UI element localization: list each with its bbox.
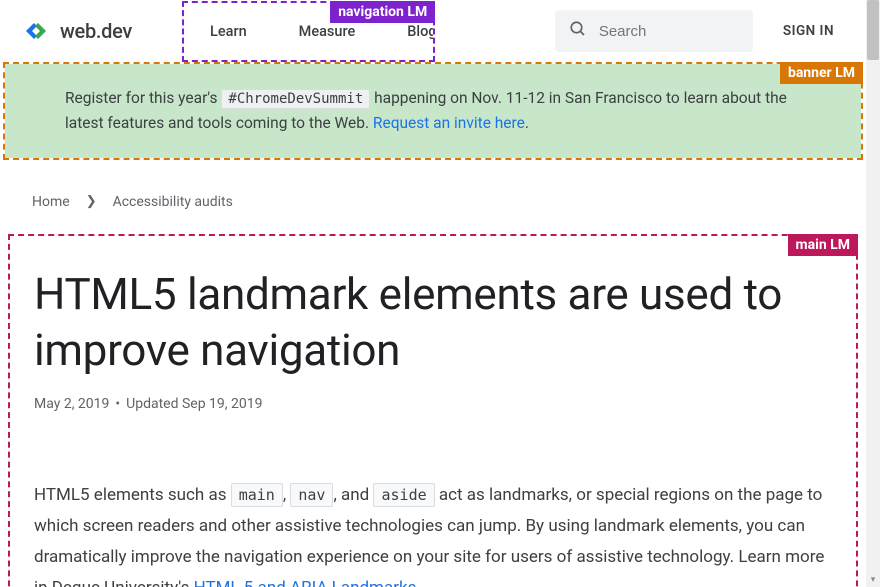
search-box[interactable] bbox=[555, 10, 753, 52]
banner-hashtag: #ChromeDevSummit bbox=[221, 89, 370, 109]
scrollbar-track[interactable]: ▴ ▾ bbox=[866, 0, 880, 587]
scrollbar-thumb[interactable] bbox=[867, 0, 879, 60]
breadcrumb-home[interactable]: Home bbox=[32, 194, 70, 210]
landmark-tag-banner: banner LM bbox=[780, 62, 863, 84]
banner-text-prefix: Register for this year's bbox=[65, 89, 221, 107]
published-date: May 2, 2019 bbox=[34, 396, 109, 412]
article-body: HTML5 elements such as main, nav, and as… bbox=[34, 480, 832, 587]
deque-link[interactable]: HTML 5 and ARIA Landmarks bbox=[194, 578, 417, 587]
chevron-right-icon: ❯ bbox=[86, 194, 97, 209]
breadcrumb-current[interactable]: Accessibility audits bbox=[113, 194, 233, 210]
page-title: HTML5 landmark elements are used to impr… bbox=[34, 266, 832, 379]
navigation-landmark: Learn Measure Blog navigation LM bbox=[182, 1, 435, 62]
main-landmark: main LM HTML5 landmark elements are used… bbox=[8, 234, 858, 587]
breadcrumb: Home ❯ Accessibility audits bbox=[0, 160, 866, 234]
scroll-down-icon[interactable]: ▾ bbox=[866, 573, 880, 587]
code-nav: nav bbox=[290, 483, 333, 507]
banner-text-suffix: . bbox=[525, 114, 529, 132]
promo-banner: Register for this year's #ChromeDevSummi… bbox=[5, 64, 861, 158]
logo-icon bbox=[24, 20, 52, 42]
nav-learn[interactable]: Learn bbox=[184, 5, 273, 58]
updated-date: Sep 19, 2019 bbox=[182, 396, 263, 412]
site-header: web.dev Learn Measure Blog navigation LM… bbox=[0, 0, 866, 62]
updated-prefix: Updated bbox=[126, 396, 182, 412]
search-input[interactable] bbox=[599, 23, 739, 40]
header-right: SIGN IN bbox=[555, 10, 842, 52]
article-meta: May 2, 2019 • Updated Sep 19, 2019 bbox=[34, 396, 832, 412]
logo-text: web.dev bbox=[60, 19, 132, 43]
code-aside: aside bbox=[373, 483, 434, 507]
banner-landmark: Register for this year's #ChromeDevSummi… bbox=[3, 62, 863, 160]
landmark-tag-navigation: navigation LM bbox=[330, 1, 435, 23]
code-main: main bbox=[231, 483, 283, 507]
landmark-tag-main: main LM bbox=[788, 234, 858, 256]
search-icon bbox=[569, 20, 587, 42]
banner-invite-link[interactable]: Request an invite here bbox=[373, 114, 525, 132]
sign-in-button[interactable]: SIGN IN bbox=[783, 23, 834, 39]
logo[interactable]: web.dev bbox=[24, 19, 132, 43]
meta-separator: • bbox=[115, 396, 120, 412]
